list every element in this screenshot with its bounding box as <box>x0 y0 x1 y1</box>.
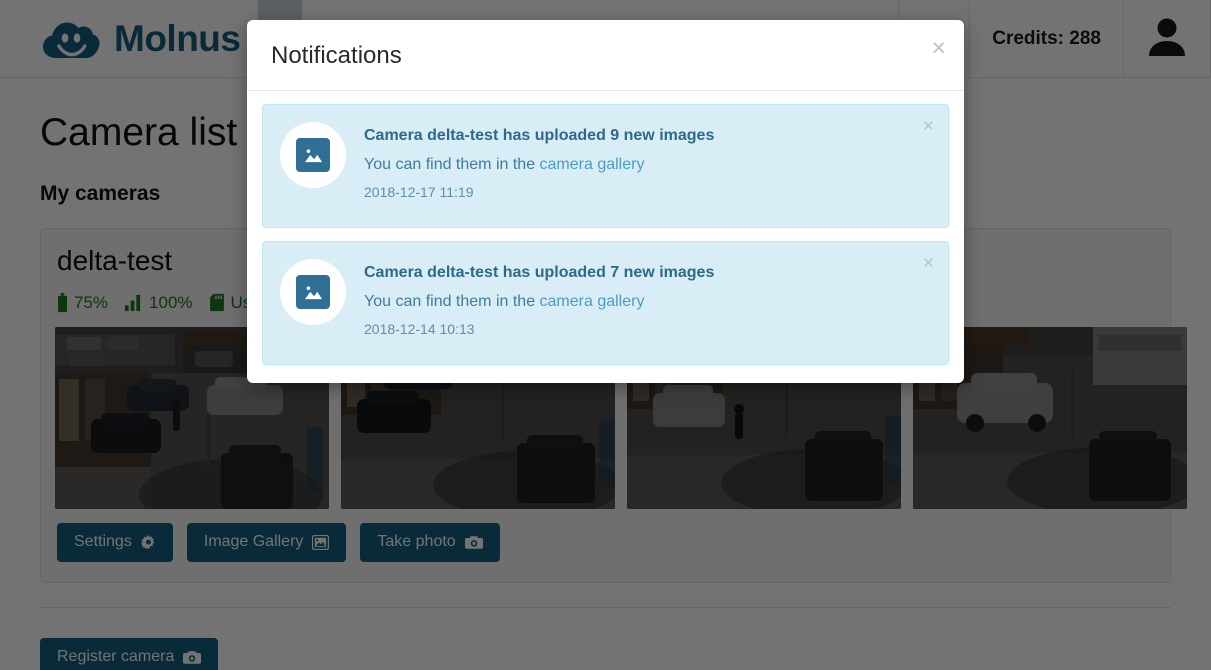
app-window: Molnus 2 Credits: 288 <box>0 0 1211 670</box>
notification-timestamp: 2018-12-14 10:13 <box>364 321 714 337</box>
notification-title: Camera delta-test has uploaded 9 new ima… <box>364 125 714 147</box>
notification-body: You can find them in the camera gallery <box>364 154 714 176</box>
notification-body: You can find them in the camera gallery <box>364 291 714 313</box>
notification-avatar <box>280 259 346 325</box>
camera-gallery-link[interactable]: camera gallery <box>540 156 645 173</box>
notification-body-prefix: You can find them in the <box>364 156 540 173</box>
image-icon <box>296 138 330 172</box>
notifications-modal: Notifications × Camera delta-test has up… <box>247 20 964 383</box>
image-icon <box>296 275 330 309</box>
modal-close-button[interactable]: × <box>931 36 946 61</box>
modal-header: Notifications × <box>247 20 964 91</box>
notification-avatar <box>280 122 346 188</box>
notification-texts: Camera delta-test has uploaded 7 new ima… <box>364 259 714 337</box>
notification-timestamp: 2018-12-17 11:19 <box>364 184 714 200</box>
notification-item[interactable]: Camera delta-test has uploaded 9 new ima… <box>262 104 949 228</box>
modal-title: Notifications <box>271 42 940 70</box>
notification-title: Camera delta-test has uploaded 7 new ima… <box>364 262 714 284</box>
notification-dismiss-button[interactable]: × <box>923 254 934 273</box>
notification-item[interactable]: Camera delta-test has uploaded 7 new ima… <box>262 241 949 365</box>
camera-gallery-link[interactable]: camera gallery <box>540 293 645 310</box>
notification-body-prefix: You can find them in the <box>364 293 540 310</box>
modal-body: Camera delta-test has uploaded 9 new ima… <box>247 91 964 383</box>
notification-dismiss-button[interactable]: × <box>923 117 934 136</box>
notification-texts: Camera delta-test has uploaded 9 new ima… <box>364 122 714 200</box>
